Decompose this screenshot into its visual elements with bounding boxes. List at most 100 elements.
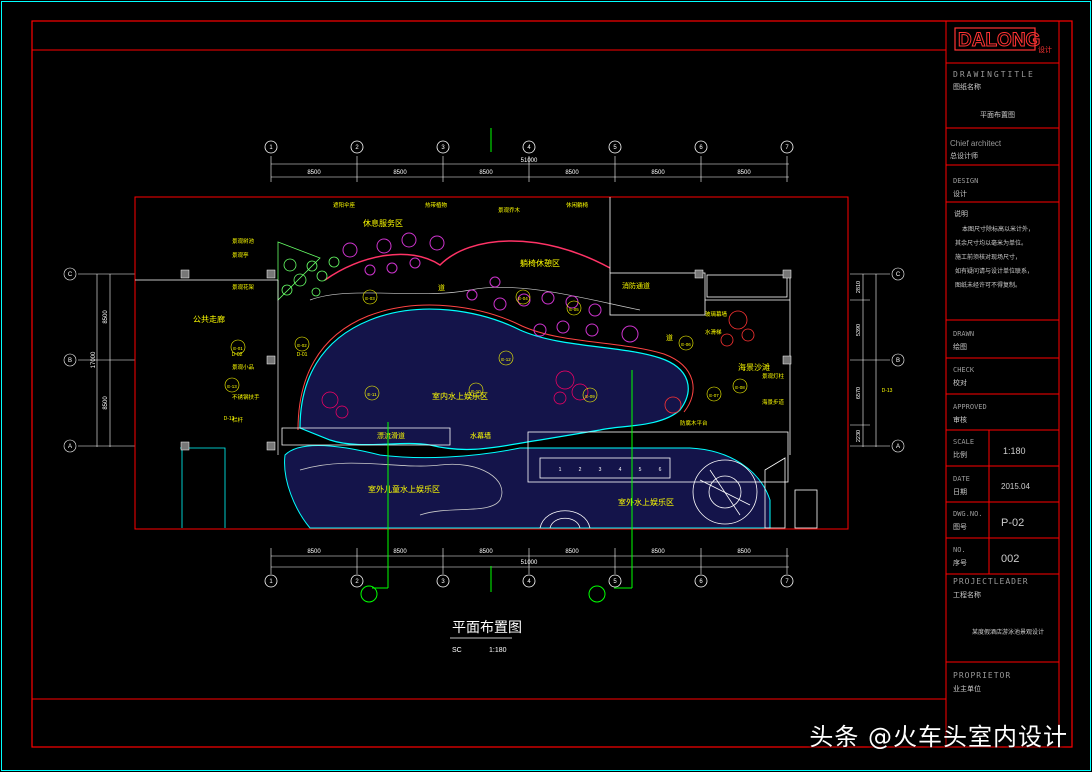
outdoor-pool-water xyxy=(284,445,771,529)
project-name: 某度假酒店游泳池景观设计 xyxy=(972,628,1044,636)
right-row-bubble-a: A xyxy=(896,444,900,450)
design-en: DESIGN xyxy=(953,177,978,185)
bottom-dim-5: 8500 xyxy=(651,549,665,555)
zone-fire-lane: 消防通道 xyxy=(622,281,650,290)
callout-15: 防腐木平台 xyxy=(680,419,708,427)
row-bubble-a: A xyxy=(68,444,72,450)
bottom-dim-2: 8500 xyxy=(393,549,407,555)
elev-7: E-07 xyxy=(709,393,719,398)
grate-2: 2 xyxy=(579,467,582,473)
callout-11: 玻璃幕墙 xyxy=(705,310,728,318)
check-cn: 校对 xyxy=(953,378,967,387)
col-bubble-7: 7 xyxy=(785,145,789,151)
date-value: 2015.04 xyxy=(1001,482,1030,491)
top-dim-3: 8500 xyxy=(479,170,493,176)
zone-path-2: 道 xyxy=(666,333,673,342)
no-cn: 序号 xyxy=(953,558,967,567)
callout-9: 不锈钢扶手 xyxy=(232,393,260,401)
row-bubble-b: B xyxy=(68,358,72,364)
scale-value: 1:180 xyxy=(1003,446,1026,456)
zone-public-walk: 公共走廊 xyxy=(193,314,225,324)
right-dim-4: 2230 xyxy=(856,430,862,442)
callout-4: 休闲躺椅 xyxy=(566,201,589,209)
right-row-bubble-b: B xyxy=(896,358,900,364)
top-dim-4: 8500 xyxy=(565,170,579,176)
zone-water-slide: 漂流滑道 xyxy=(377,431,405,440)
left-dim-2: 8500 xyxy=(103,396,109,410)
right-dim-1: 2810 xyxy=(856,281,862,293)
top-dim-labels: 8500 8500 8500 8500 8500 8500 51000 xyxy=(307,158,751,176)
chief-architect-en: Chief architect xyxy=(950,139,1002,148)
drawn-en: DRAWN xyxy=(953,330,974,338)
col-bubble-4: 4 xyxy=(527,145,531,151)
bottom-dim-total: 51000 xyxy=(521,560,538,566)
callout-2: 热带植物 xyxy=(425,201,448,209)
left-dim-1: 8500 xyxy=(103,310,109,324)
zone-outdoor-kids: 室外儿童水上娱乐区 xyxy=(368,484,440,494)
date-en: DATE xyxy=(953,475,970,483)
design-cn: 设计 xyxy=(953,189,967,198)
section-mark-2: D-13 xyxy=(882,388,893,394)
callout-12: 水滑梯 xyxy=(705,328,722,336)
elev-5: E-05 xyxy=(569,307,579,312)
zone-lounge: 躺椅休憩区 xyxy=(520,258,560,268)
bottom-col-bubble-labels: 1 2 3 4 5 6 7 xyxy=(269,579,789,585)
callout-7: 景观花架 xyxy=(232,283,255,291)
zone-water-curtain: 水幕墙 xyxy=(470,431,491,440)
bottom-col-bubble-7: 7 xyxy=(785,579,789,585)
no-value: 002 xyxy=(1001,553,1019,565)
right-dim-2: 5390 xyxy=(856,324,862,336)
plan-scale-value: 1:180 xyxy=(489,647,507,654)
bottom-col-bubble-6: 6 xyxy=(699,579,703,585)
col-bubble-5: 5 xyxy=(613,145,617,151)
col-bubble-2: 2 xyxy=(355,145,359,151)
top-dim-2: 8500 xyxy=(393,170,407,176)
grate-4: 4 xyxy=(619,467,622,473)
section-mark-3: D-02 xyxy=(232,352,243,358)
bottom-col-bubble-5: 5 xyxy=(613,579,617,585)
drawing-title-en: DRAWINGTITLE xyxy=(953,70,1035,79)
right-dim-3: 6570 xyxy=(856,387,862,399)
drawing-title-value: 平面布置图 xyxy=(980,110,1015,119)
elev-4: E-04 xyxy=(518,296,528,301)
title-block: DALONG 设计 DRAWINGTITLE 图纸名称 平面布置图 Chief … xyxy=(945,20,1060,748)
svg-text:DALONG: DALONG xyxy=(958,30,1040,51)
callout-1: 遮阳伞座 xyxy=(333,201,356,209)
check-en: CHECK xyxy=(953,366,975,374)
approved-cn: 审核 xyxy=(953,415,967,424)
date-cn: 日期 xyxy=(953,488,967,496)
bottom-dim-labels: 8500 8500 8500 8500 8500 8500 51000 xyxy=(307,549,751,566)
scale-en: SCALE xyxy=(953,438,974,446)
callout-5: 景观树池 xyxy=(232,237,255,245)
section-mark-4: D-01 xyxy=(297,352,308,358)
zone-beach: 海景沙滩 xyxy=(738,362,770,372)
elev-6: E-06 xyxy=(681,342,691,347)
col-bubble-3: 3 xyxy=(441,145,445,151)
left-dimensions xyxy=(63,267,135,453)
svg-text:设计: 设计 xyxy=(1038,45,1052,54)
project-leader-en: PROJECTLEADER xyxy=(953,577,1029,586)
grate-3: 3 xyxy=(599,467,602,473)
elev-12: E-12 xyxy=(501,357,511,362)
cad-drawing-sheet: DALONG 设计 DRAWINGTITLE 图纸名称 平面布置图 Chief … xyxy=(1,1,1091,771)
notes-line-3: 施工前须核对现场尺寸， xyxy=(955,253,1021,261)
left-dim-labels: 8500 8500 17000 C B A xyxy=(68,272,109,450)
bottom-col-bubble-1: 1 xyxy=(269,579,273,585)
bottom-dim-4: 8500 xyxy=(565,549,579,555)
elev-9: E-09 xyxy=(585,394,595,399)
row-bubble-c: C xyxy=(68,272,73,278)
zone-leisure: 休息服务区 xyxy=(363,218,403,228)
top-dim-5: 8500 xyxy=(651,170,665,176)
plan-scale-label: SC xyxy=(452,647,462,654)
grate-5: 5 xyxy=(639,467,642,473)
bottom-col-bubble-4: 4 xyxy=(527,579,531,585)
elev-2: E-02 xyxy=(297,343,307,348)
callout-8: 景观小品 xyxy=(232,363,255,371)
no-en: NO. xyxy=(953,546,966,554)
dwg-no-en: DWG.NO. xyxy=(953,510,983,518)
bottom-dim-6: 8500 xyxy=(737,549,751,555)
elev-11: E-11 xyxy=(367,392,377,397)
col-bubble-6: 6 xyxy=(699,145,703,151)
chief-architect-cn: 总设计师 xyxy=(950,151,978,160)
elev-1: E-01 xyxy=(233,346,243,351)
